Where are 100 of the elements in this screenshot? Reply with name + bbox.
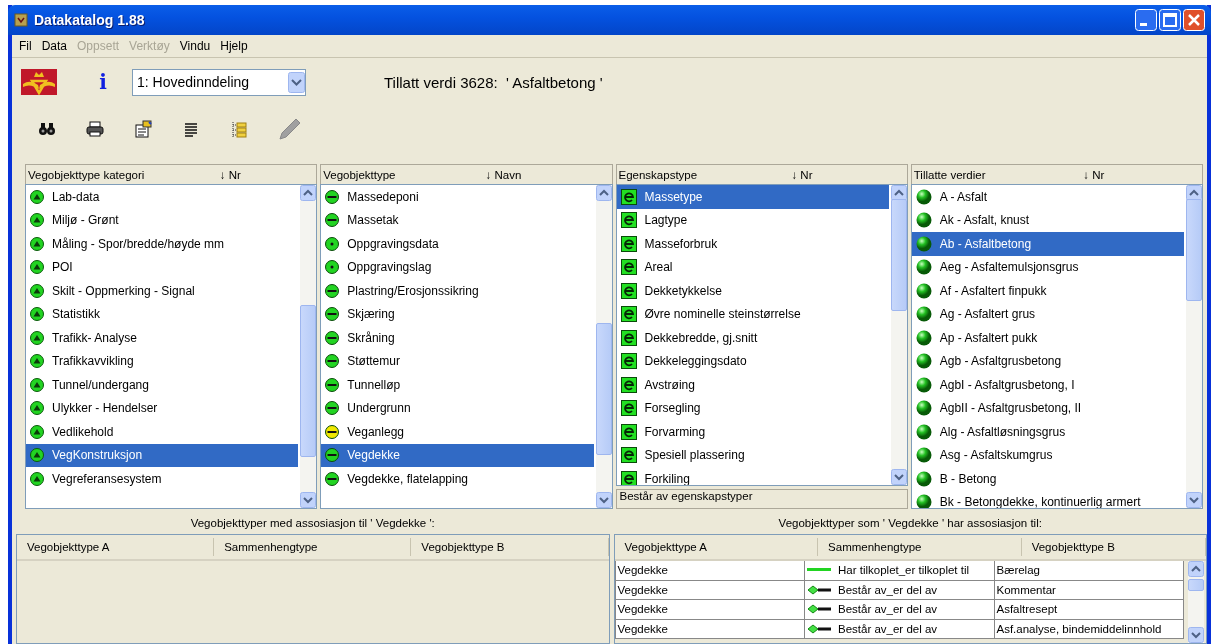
list-item[interactable]: Forvarming: [616, 420, 889, 444]
info-button[interactable]: i: [90, 70, 116, 94]
list-item[interactable]: Plastring/Erosjonssikring: [321, 279, 594, 303]
list-item[interactable]: Agb - Asfaltgrusbetong: [911, 349, 1184, 373]
list-item[interactable]: Tunnel/undergang: [26, 373, 299, 397]
scroll-thumb[interactable]: [890, 199, 907, 311]
list-item[interactable]: Ab - Asfaltbetong: [911, 232, 1184, 256]
list-item[interactable]: Massedeponi: [321, 185, 594, 209]
scrollbar[interactable]: [300, 185, 317, 508]
list-item[interactable]: VegKonstruksjon: [26, 443, 299, 467]
list-item[interactable]: Trafikkavvikling: [26, 349, 299, 373]
column-header[interactable]: Vegobjekttype: [323, 168, 396, 181]
pencil-icon[interactable]: [278, 117, 302, 141]
scroll-thumb[interactable]: [300, 305, 317, 457]
square-icon: [620, 329, 637, 346]
list-item[interactable]: Massetak: [321, 208, 594, 232]
list-item[interactable]: Tunnelløp: [321, 373, 594, 397]
list-item[interactable]: Dekkebredde, gj.snitt: [616, 326, 889, 350]
sort-indicator[interactable]: ↓ Nr: [219, 168, 241, 181]
properties-icon[interactable]: [134, 120, 152, 138]
scrollbar[interactable]: [1186, 185, 1202, 508]
list-item[interactable]: Ulykker - Hendelser: [26, 396, 299, 420]
column-header[interactable]: Sammenhengtype: [214, 538, 412, 556]
close-icon[interactable]: [1183, 9, 1205, 31]
list-item[interactable]: Ag - Asfaltert grus: [911, 302, 1184, 326]
text-lines-icon[interactable]: [182, 120, 200, 138]
column-header[interactable]: Vegobjekttype A: [614, 538, 819, 556]
list-item[interactable]: Miljø - Grønt: [26, 208, 299, 232]
list-item[interactable]: Måling - Spor/bredde/høyde mm: [26, 232, 299, 256]
list-item[interactable]: Skilt - Oppmerking - Signal: [26, 279, 299, 303]
menu-item[interactable]: Vindu: [174, 37, 216, 55]
list-item[interactable]: AgbII - Asfaltgrusbetong, II: [911, 396, 1184, 420]
sort-indicator[interactable]: ↓ Nr: [791, 168, 813, 181]
column-header[interactable]: Vegobjekttype B: [1021, 538, 1206, 556]
scrollbar[interactable]: [595, 185, 612, 508]
scroll-thumb[interactable]: [1186, 199, 1202, 301]
list-item[interactable]: Forsegling: [616, 396, 889, 420]
column-header[interactable]: Vegobjekttype A: [17, 538, 215, 556]
list-item[interactable]: Vegdekke: [321, 443, 594, 467]
list-item[interactable]: Øvre nominelle steinstørrelse: [616, 302, 889, 326]
scroll-thumb[interactable]: [1188, 579, 1204, 591]
list-item[interactable]: Dekketykkelse: [616, 279, 889, 303]
list-item[interactable]: Af - Asfaltert finpukk: [911, 279, 1184, 303]
column-header[interactable]: Egenskapstype: [618, 168, 698, 181]
list-item[interactable]: Vegreferansesystem: [26, 467, 299, 491]
menu-item[interactable]: Fil: [14, 37, 37, 55]
minimize-icon[interactable]: [1135, 9, 1157, 31]
menu-item[interactable]: Data: [36, 37, 73, 55]
list-item[interactable]: AgbI - Asfaltgrusbetong, I: [911, 373, 1184, 397]
list-item[interactable]: A - Asfalt: [911, 185, 1184, 209]
up-circle-icon: [30, 377, 44, 392]
list-item[interactable]: Skråning: [321, 326, 594, 350]
binoculars-icon[interactable]: [38, 120, 56, 138]
list-item[interactable]: Dekkeleggingsdato: [616, 349, 889, 373]
column-header[interactable]: Tillatte verdier: [913, 168, 986, 181]
maximize-icon[interactable]: [1159, 9, 1181, 31]
list-item[interactable]: Oppgravingsdata: [321, 232, 594, 256]
printer-icon[interactable]: [86, 120, 104, 138]
list-item[interactable]: Undergrunn: [321, 396, 594, 420]
list-item[interactable]: Avstrøing: [616, 373, 889, 397]
scroll-thumb[interactable]: [595, 323, 612, 455]
category-dropdown[interactable]: 1: Hovedinndeling: [132, 68, 306, 96]
status-text: Tillatt verdi 3628: ' Asfaltbetong ': [384, 73, 603, 91]
list-item[interactable]: Trafikk- Analyse: [26, 326, 299, 350]
up-circle-icon: [30, 401, 44, 416]
list-item[interactable]: Ap - Asfaltert pukk: [911, 326, 1184, 350]
list-item[interactable]: Vegdekke, flatelapping: [321, 467, 594, 491]
list-item[interactable]: Alg - Asfaltløsningsgrus: [911, 420, 1184, 444]
up-circle-icon: [30, 330, 44, 345]
list-item[interactable]: Areal: [616, 255, 889, 279]
list-item[interactable]: Skjæring: [321, 302, 594, 326]
list-item[interactable]: Vedlikehold: [26, 420, 299, 444]
list-item[interactable]: Statistikk: [26, 302, 299, 326]
list-item[interactable]: Ak - Asfalt, knust: [911, 208, 1184, 232]
list-item[interactable]: Bk - Betongdekke, kontinuerlig armert: [911, 490, 1184, 508]
ball-icon: [915, 306, 932, 323]
list-item[interactable]: Oppgravingslag: [321, 255, 594, 279]
sort-indicator[interactable]: ↓ Nr: [1083, 168, 1105, 181]
panel-header[interactable]: Består av egenskapstyper: [615, 489, 908, 509]
list-item[interactable]: Lagtype: [616, 208, 889, 232]
column-header[interactable]: Sammenhengtype: [818, 538, 1022, 556]
list-item[interactable]: POI: [26, 255, 299, 279]
scroll-up-icon: [300, 185, 317, 201]
list-item[interactable]: Aeg - Asfaltemulsjonsgrus: [911, 255, 1184, 279]
list-item[interactable]: Støttemur: [321, 349, 594, 373]
list-item[interactable]: Asg - Asfaltskumgrus: [911, 443, 1184, 467]
list-item[interactable]: Spesiell plassering: [616, 443, 889, 467]
column-header[interactable]: Vegobjekttype B: [411, 538, 609, 556]
scrollbar[interactable]: [1188, 561, 1204, 643]
scrollbar[interactable]: [890, 185, 907, 485]
column-header[interactable]: Vegobjekttype kategori: [28, 168, 145, 181]
list-item[interactable]: Veganlegg: [321, 420, 594, 444]
list-item[interactable]: Lab-data: [26, 185, 299, 209]
sort-indicator[interactable]: ↓ Navn: [485, 168, 522, 181]
tree-icon[interactable]: [230, 120, 248, 138]
list-item[interactable]: Masseforbruk: [616, 232, 889, 256]
menu-item[interactable]: Hjelp: [215, 37, 253, 55]
list-item[interactable]: B - Betong: [911, 467, 1184, 491]
list-item[interactable]: Massetype: [616, 185, 889, 209]
list-item[interactable]: Forkiling: [616, 467, 889, 485]
